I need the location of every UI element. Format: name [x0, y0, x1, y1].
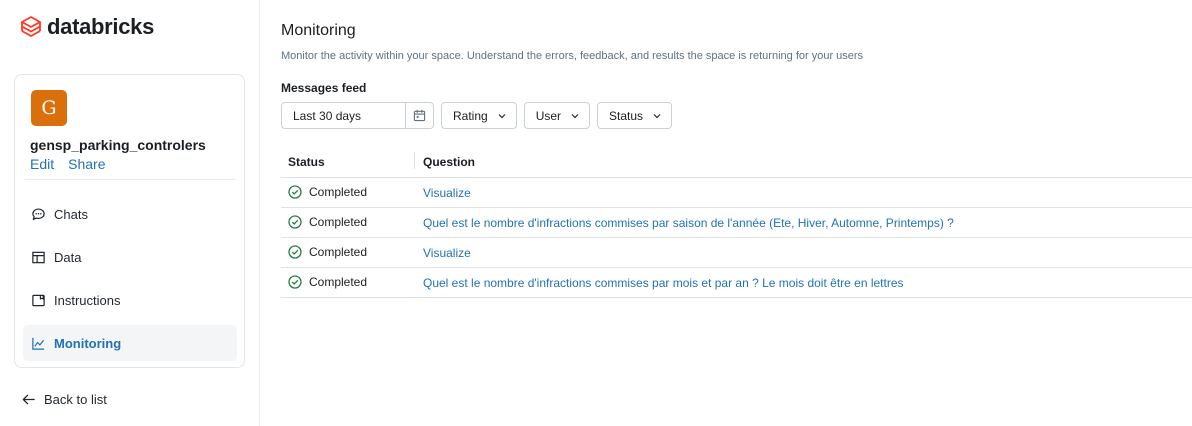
sidebar-item-label: Monitoring [54, 335, 122, 351]
table-row[interactable]: Completed Quel est le nombre d'infractio… [281, 268, 1192, 298]
sidebar-item-label: Instructions [54, 292, 121, 308]
check-circle-icon [288, 245, 302, 259]
arrow-left-icon [22, 394, 35, 405]
space-actions: Edit Share [30, 156, 105, 172]
calendar-icon [413, 109, 426, 122]
date-range-value[interactable]: Last 30 days [282, 109, 405, 123]
share-link[interactable]: Share [68, 156, 105, 172]
check-circle-icon [288, 215, 302, 229]
page-subtitle: Monitor the activity within your space. … [281, 50, 864, 62]
databricks-logo[interactable]: databricks [21, 14, 154, 40]
status-filter-dropdown[interactable]: Status [597, 102, 673, 129]
check-circle-icon [288, 185, 302, 199]
space-avatar: G [31, 90, 67, 126]
status-text: Completed [309, 275, 368, 289]
column-header-status[interactable]: Status [288, 155, 325, 169]
question-link[interactable]: Quel est le nombre d'infractions commise… [423, 276, 904, 290]
sidebar-item-chats[interactable]: Chats [23, 196, 237, 232]
status-cell: Completed [288, 185, 367, 199]
column-divider[interactable] [414, 152, 415, 169]
filters-bar: Last 30 days Rating User Status [281, 102, 673, 129]
status-filter-label: Status [609, 108, 644, 123]
status-cell: Completed [288, 275, 367, 289]
back-to-list-link[interactable]: Back to list [21, 392, 107, 407]
check-circle-icon [288, 275, 302, 289]
chevron-down-icon [571, 113, 579, 118]
space-name: gensp_parking_controlers [30, 137, 206, 153]
edit-link[interactable]: Edit [30, 156, 54, 172]
question-link[interactable]: Visualize [423, 186, 471, 200]
rating-filter-label: Rating [453, 108, 488, 123]
sidebar-item-label: Chats [54, 206, 88, 222]
column-header-question[interactable]: Question [423, 155, 475, 169]
card-divider [25, 179, 236, 180]
space-card: G gensp_parking_controlers Edit Share Ch… [14, 74, 245, 368]
chat-bubble-icon [32, 207, 45, 220]
sidebar-item-label: Data [54, 249, 82, 265]
messages-table: Status Question Completed Visualize Comp… [281, 148, 1192, 298]
book-icon [32, 294, 45, 306]
table-row[interactable]: Completed Visualize [281, 178, 1192, 208]
sidebar: databricks G gensp_parking_controlers Ed… [0, 0, 260, 426]
user-filter-label: User [535, 108, 562, 123]
user-filter-dropdown[interactable]: User [523, 102, 591, 129]
table-icon [32, 251, 45, 263]
status-text: Completed [309, 215, 368, 229]
sidebar-item-monitoring[interactable]: Monitoring [23, 325, 237, 361]
messages-feed-label: Messages feed [281, 81, 367, 95]
back-to-list-label: Back to list [44, 392, 107, 407]
status-text: Completed [309, 245, 368, 259]
page-title: Monitoring [281, 22, 356, 39]
question-link[interactable]: Visualize [423, 246, 471, 260]
rating-filter-dropdown[interactable]: Rating [441, 102, 517, 129]
sidebar-item-data[interactable]: Data [23, 239, 237, 275]
status-text: Completed [309, 185, 368, 199]
calendar-button[interactable] [405, 103, 433, 128]
chevron-down-icon [498, 113, 506, 118]
question-link[interactable]: Quel est le nombre d'infractions commise… [423, 216, 954, 230]
databricks-logo-icon [21, 16, 41, 37]
status-cell: Completed [288, 215, 367, 229]
table-header: Status Question [281, 148, 1192, 178]
line-chart-icon [32, 337, 45, 350]
table-row[interactable]: Completed Quel est le nombre d'infractio… [281, 208, 1192, 238]
status-cell: Completed [288, 245, 367, 259]
date-range-picker[interactable]: Last 30 days [281, 102, 434, 129]
table-row[interactable]: Completed Visualize [281, 238, 1192, 268]
sidebar-item-instructions[interactable]: Instructions [23, 282, 237, 318]
chevron-down-icon [653, 113, 661, 118]
brand-name: databricks [47, 14, 155, 39]
